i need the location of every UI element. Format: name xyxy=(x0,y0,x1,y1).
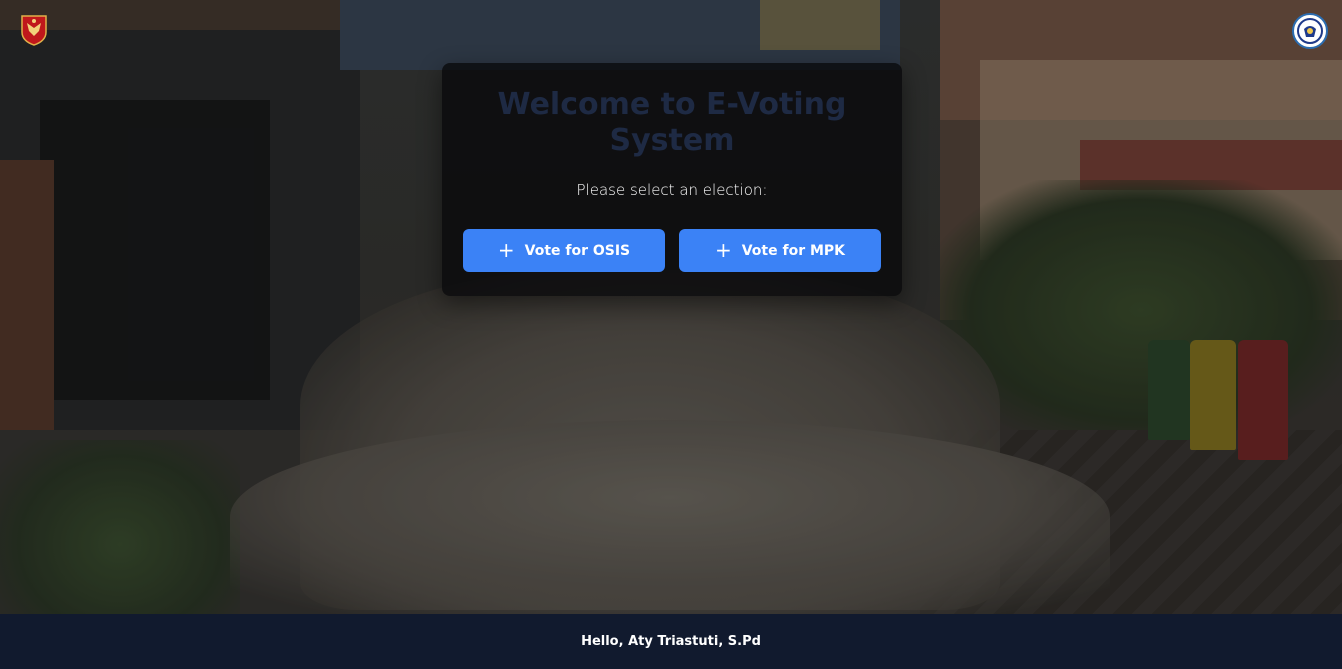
election-buttons: + Vote for OSIS + Vote for MPK xyxy=(463,229,881,272)
user-greeting: Hello, Aty Triastuti, S.Pd xyxy=(581,634,761,649)
vote-mpk-label: Vote for MPK xyxy=(741,242,846,259)
plus-icon: + xyxy=(714,237,732,262)
osis-emblem-icon xyxy=(1292,13,1328,49)
vote-mpk-button[interactable]: + Vote for MPK xyxy=(679,229,881,272)
election-card: Welcome to E-Voting System Please select… xyxy=(442,63,902,296)
footer-bar: Hello, Aty Triastuti, S.Pd xyxy=(0,614,1342,669)
vote-osis-label: Vote for OSIS xyxy=(524,242,631,259)
plus-icon: + xyxy=(497,237,515,262)
school-emblem-icon xyxy=(20,14,48,46)
election-prompt: Please select an election: xyxy=(576,181,768,199)
vote-osis-button[interactable]: + Vote for OSIS xyxy=(463,229,665,272)
page-title: Welcome to E-Voting System xyxy=(497,87,847,158)
